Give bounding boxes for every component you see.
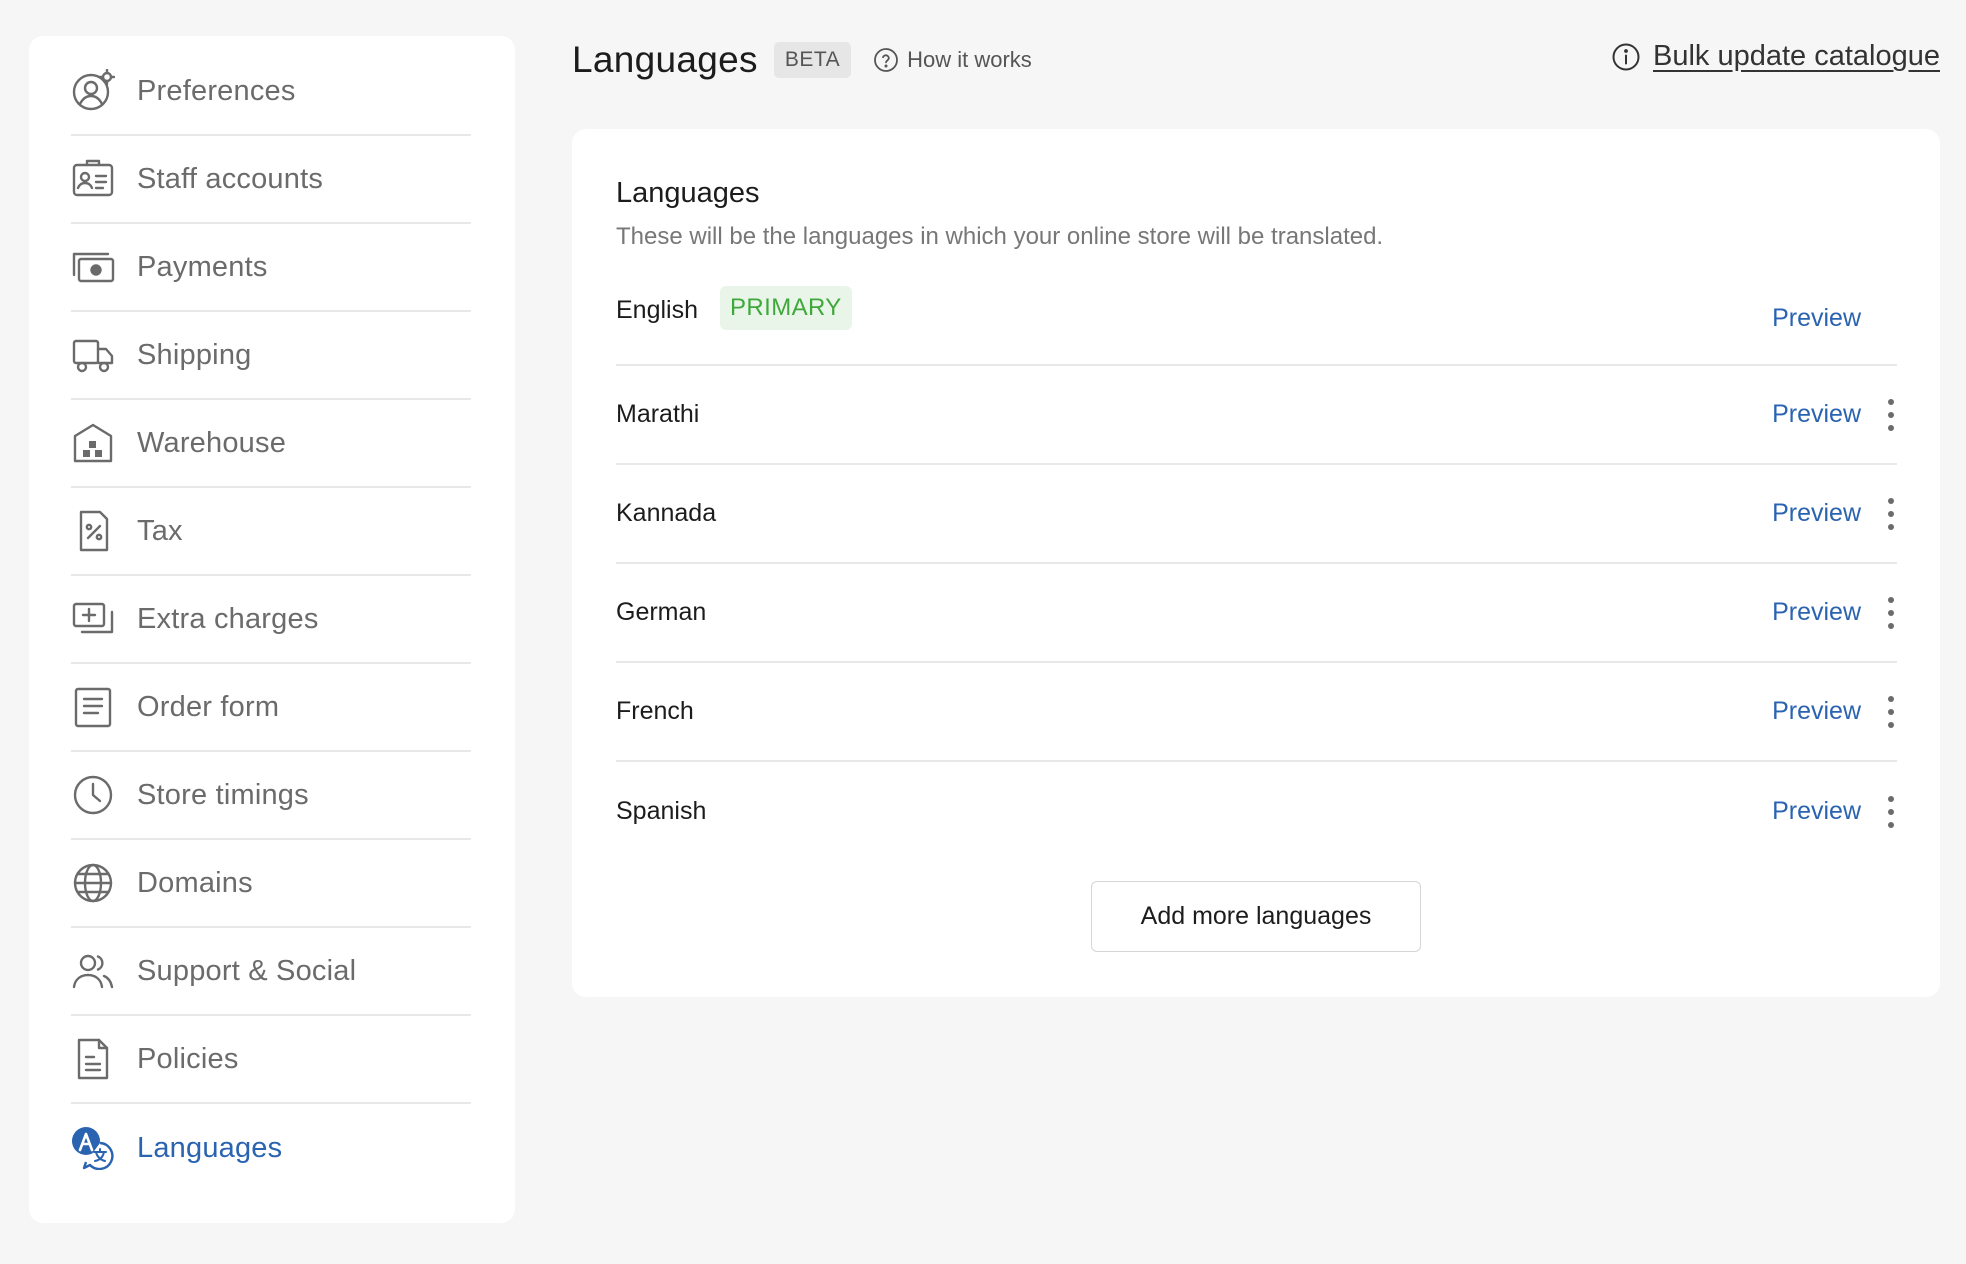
sidebar-item-staff-accounts[interactable]: Staff accounts xyxy=(71,136,471,224)
sidebar-item-store-timings[interactable]: Store timings xyxy=(71,752,471,840)
add-charges-icon xyxy=(71,597,115,641)
settings-sidebar: Preferences Staff accounts Payments Ship… xyxy=(29,36,515,1223)
bulk-update-catalogue-link[interactable]: Bulk update catalogue xyxy=(1611,40,1940,73)
page-header: Languages BETA How it works xyxy=(572,30,1032,90)
language-row-german: German Preview xyxy=(616,564,1897,663)
language-name: Kannada xyxy=(616,499,717,527)
info-icon xyxy=(1612,43,1640,70)
sidebar-item-label: Support & Social xyxy=(137,954,357,987)
more-options-icon[interactable] xyxy=(1881,398,1901,431)
sidebar-list: Preferences Staff accounts Payments Ship… xyxy=(71,48,471,1192)
how-it-works-label: How it works xyxy=(907,47,1032,72)
sidebar-item-label: Shipping xyxy=(137,338,252,371)
sidebar-item-support-social[interactable]: Support & Social xyxy=(71,928,471,1016)
sidebar-item-extra-charges[interactable]: Extra charges xyxy=(71,576,471,664)
sidebar-item-domains[interactable]: Domains xyxy=(71,840,471,928)
sidebar-item-payments[interactable]: Payments xyxy=(71,224,471,312)
more-options-icon[interactable] xyxy=(1881,596,1901,629)
form-icon xyxy=(71,685,115,729)
percent-document-icon xyxy=(71,509,115,553)
sidebar-item-label: Preferences xyxy=(137,74,296,107)
sidebar-item-label: Payments xyxy=(137,250,268,283)
sidebar-item-label: Warehouse xyxy=(137,426,287,459)
sidebar-item-label: Languages xyxy=(137,1131,283,1164)
sidebar-item-policies[interactable]: Policies xyxy=(71,1016,471,1104)
sidebar-item-label: Tax xyxy=(137,514,183,547)
language-row-spanish: Spanish Preview xyxy=(616,762,1897,861)
language-list: English PRIMARY Preview Marathi Preview … xyxy=(616,284,1897,861)
sidebar-item-label: Store timings xyxy=(137,778,309,811)
more-options-icon[interactable] xyxy=(1881,795,1901,828)
sidebar-item-label: Staff accounts xyxy=(137,162,324,195)
preview-link[interactable]: Preview xyxy=(1772,499,1861,528)
globe-icon xyxy=(71,861,115,905)
preview-link[interactable]: Preview xyxy=(1772,598,1861,627)
users-icon xyxy=(71,949,115,993)
languages-card: Languages These will be the languages in… xyxy=(572,129,1940,997)
sidebar-item-warehouse[interactable]: Warehouse xyxy=(71,400,471,488)
sidebar-item-languages[interactable]: Languages xyxy=(71,1104,471,1192)
warehouse-icon xyxy=(71,421,115,465)
sidebar-item-label: Order form xyxy=(137,690,280,723)
how-it-works-link[interactable]: How it works xyxy=(873,47,1032,73)
language-name: Spanish xyxy=(616,797,707,825)
document-icon xyxy=(71,1037,115,1081)
bulk-update-label: Bulk update catalogue xyxy=(1653,40,1940,72)
preview-link[interactable]: Preview xyxy=(1772,697,1861,726)
language-row-kannada: Kannada Preview xyxy=(616,465,1897,564)
language-name: French xyxy=(616,697,694,725)
language-name: German xyxy=(616,598,707,626)
clock-icon xyxy=(71,773,115,817)
sidebar-item-label: Extra charges xyxy=(137,602,319,635)
language-name: English xyxy=(616,296,698,324)
more-options-icon[interactable] xyxy=(1881,695,1901,728)
language-row-marathi: Marathi Preview xyxy=(616,366,1897,465)
card-title: Languages xyxy=(616,177,760,209)
sidebar-item-tax[interactable]: Tax xyxy=(71,488,471,576)
cash-icon xyxy=(71,245,115,289)
page-title: Languages xyxy=(572,39,758,80)
preview-link[interactable]: Preview xyxy=(1772,304,1861,333)
beta-badge: BETA xyxy=(773,42,852,78)
sidebar-item-preferences[interactable]: Preferences xyxy=(71,48,471,136)
help-circle-icon xyxy=(874,48,899,72)
truck-icon xyxy=(71,333,115,377)
primary-badge: PRIMARY xyxy=(720,286,852,330)
user-settings-icon xyxy=(71,69,115,113)
sidebar-item-label: Domains xyxy=(137,866,253,899)
card-description: These will be the languages in which you… xyxy=(616,223,1384,250)
id-card-icon xyxy=(71,157,115,201)
sidebar-item-order-form[interactable]: Order form xyxy=(71,664,471,752)
preview-link[interactable]: Preview xyxy=(1772,797,1861,826)
language-row-english: English PRIMARY Preview xyxy=(616,284,1897,366)
translate-icon xyxy=(71,1126,115,1170)
sidebar-item-label: Policies xyxy=(137,1042,239,1075)
more-options-icon[interactable] xyxy=(1881,497,1901,530)
language-name: Marathi xyxy=(616,400,700,428)
add-more-languages-button[interactable]: Add more languages xyxy=(1091,881,1421,952)
preview-link[interactable]: Preview xyxy=(1772,400,1861,429)
language-row-french: French Preview xyxy=(616,663,1897,762)
sidebar-item-shipping[interactable]: Shipping xyxy=(71,312,471,400)
